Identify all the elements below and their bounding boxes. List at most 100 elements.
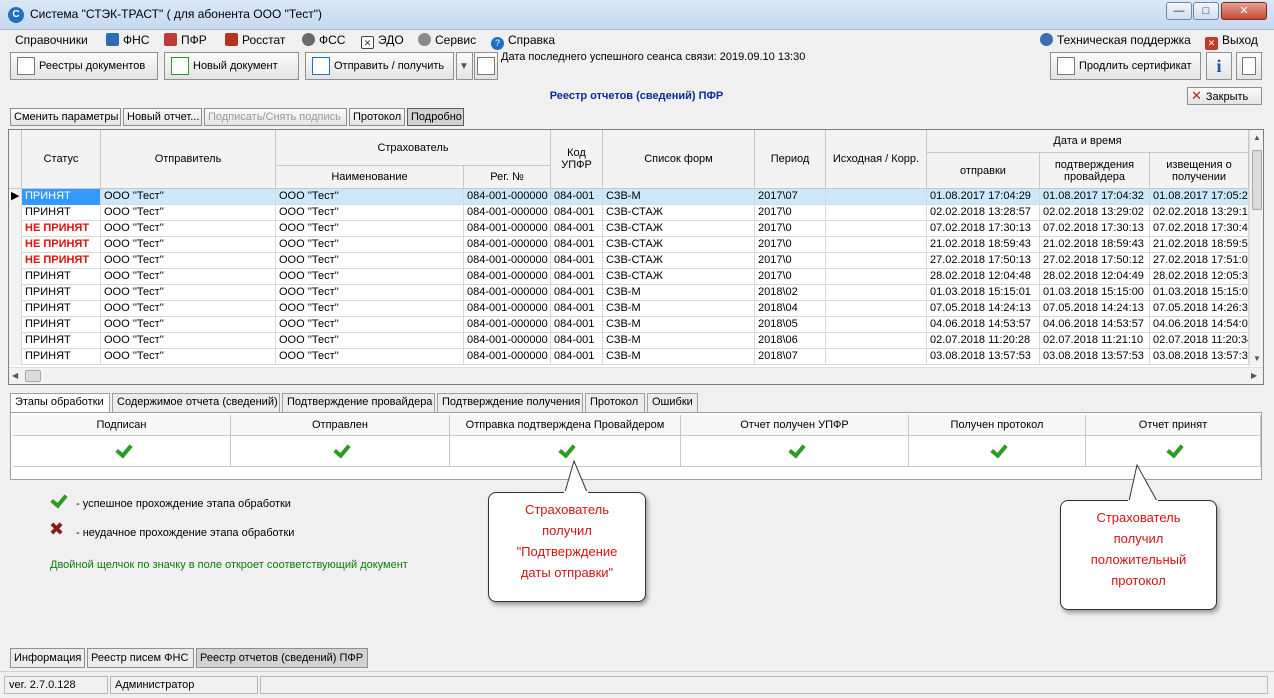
- cell-receipt-notice: 21.02.2018 18:59:50: [1150, 237, 1249, 253]
- table-row[interactable]: НЕ ПРИНЯТ ООО ''Тест'' ООО ''Тест'' 084-001…: [9, 253, 1249, 269]
- callout-line: получил: [542, 523, 592, 538]
- tab-errors[interactable]: Ошибки: [647, 393, 698, 412]
- col-name[interactable]: Наименование: [276, 166, 464, 189]
- details-button[interactable]: Подробно: [407, 108, 464, 126]
- stage-signed-cell[interactable]: [13, 436, 231, 467]
- table-row[interactable]: ПРИНЯТ ООО ''Тест'' ООО ''Тест'' 084-001-00…: [9, 349, 1249, 365]
- table-row[interactable]: ПРИНЯТ ООО ''Тест'' ООО ''Тест'' 084-001-00…: [9, 317, 1249, 333]
- menu-support[interactable]: Техническая поддержка: [1040, 33, 1191, 47]
- col-period[interactable]: Период: [755, 130, 826, 189]
- table-row[interactable]: ▶ ПРИНЯТ ООО ''Тест'' ООО ''Тест'' 084-001-0…: [9, 189, 1249, 205]
- menu-rosstat[interactable]: Росстат: [225, 33, 285, 47]
- tab-pfr-reports[interactable]: Реестр отчетов (сведений) ПФР: [196, 648, 368, 668]
- menu-service[interactable]: Сервис: [418, 33, 476, 47]
- cell-forms: СЗВ-М: [603, 285, 755, 301]
- cell-provider-confirm: 01.03.2018 15:15:00: [1040, 285, 1150, 301]
- maximize-button[interactable]: □: [1193, 2, 1219, 20]
- horizontal-scroll-thumb[interactable]: [25, 370, 41, 382]
- col-provider-confirm[interactable]: подтверждения провайдера: [1040, 153, 1150, 189]
- scroll-up-icon[interactable]: ▲: [1253, 133, 1261, 142]
- check-icon[interactable]: [331, 444, 349, 458]
- scroll-right-icon[interactable]: ▶: [1251, 371, 1257, 380]
- cell-provider-confirm: 04.06.2018 14:53:57: [1040, 317, 1150, 333]
- col-upfr-code[interactable]: Код УПФР: [551, 130, 603, 189]
- minimize-button[interactable]: —: [1166, 2, 1192, 20]
- menu-help[interactable]: ? Справка: [491, 33, 555, 50]
- stage-protocol-received-cell[interactable]: [909, 436, 1086, 467]
- cell-reg-no: 084-001-000000: [464, 301, 551, 317]
- menu-pfr[interactable]: ПФР: [164, 33, 207, 47]
- vertical-scroll-thumb[interactable]: [1252, 150, 1262, 210]
- scroll-left-icon[interactable]: ◀: [12, 371, 18, 380]
- check-icon[interactable]: [556, 444, 574, 458]
- protocol-button[interactable]: Протокол: [349, 108, 405, 126]
- new-report-button[interactable]: Новый отчет...: [123, 108, 202, 126]
- pdf-button[interactable]: [1236, 52, 1262, 80]
- stage-provider-confirmed-header: Отправка подтверждена Провайдером: [450, 415, 681, 436]
- cell-sender: ООО ''Тест'': [101, 205, 276, 221]
- tab-protocol[interactable]: Протокол: [585, 393, 645, 412]
- cell-period: 2018\02: [755, 285, 826, 301]
- cell-upfr-code: 084-001: [551, 237, 603, 253]
- change-params-button[interactable]: Сменить параметры: [10, 108, 121, 126]
- help-icon: ?: [491, 37, 504, 50]
- cell-reg-no: 084-001-000000: [464, 237, 551, 253]
- table-row[interactable]: ПРИНЯТ ООО ''Тест'' ООО ''Тест'' 084-001-00…: [9, 269, 1249, 285]
- row-marker-header: [9, 130, 22, 189]
- menu-exit[interactable]: ✕ Выход: [1205, 33, 1258, 50]
- vertical-scrollbar[interactable]: ▲ ▼: [1249, 130, 1263, 366]
- col-receipt-notice[interactable]: извещения о получении: [1150, 153, 1249, 189]
- tab-provider-confirmation[interactable]: Подтверждение провайдера: [282, 393, 435, 412]
- new-document-button[interactable]: Новый документ: [164, 52, 299, 80]
- tab-fns-letters[interactable]: Реестр писем ФНС: [87, 648, 194, 668]
- double-click-hint: Двойной щелчок по значку в поле откроет …: [50, 559, 408, 571]
- send-receive-button[interactable]: Отправить / получить: [305, 52, 454, 80]
- col-corr[interactable]: Исходная / Корр.: [826, 130, 927, 189]
- cell-sent: 01.03.2018 15:15:01: [927, 285, 1040, 301]
- col-reg-no[interactable]: Рег. №: [464, 166, 551, 189]
- stage-accepted-cell[interactable]: [1086, 436, 1261, 467]
- table-row[interactable]: ПРИНЯТ ООО ''Тест'' ООО ''Тест'' 084-001-00…: [9, 205, 1249, 221]
- tab-receipt-confirmation[interactable]: Подтверждение получения: [437, 393, 583, 412]
- col-forms[interactable]: Список форм: [603, 130, 755, 189]
- cell-sent: 04.06.2018 14:53:57: [927, 317, 1040, 333]
- table-row[interactable]: ПРИНЯТ ООО ''Тест'' ООО ''Тест'' 084-001-00…: [9, 333, 1249, 349]
- print-button[interactable]: [474, 52, 498, 80]
- check-icon[interactable]: [113, 444, 131, 458]
- check-icon[interactable]: [988, 444, 1006, 458]
- stage-sent-cell[interactable]: [231, 436, 450, 467]
- menu-fns[interactable]: ФНС: [106, 33, 149, 47]
- close-window-button[interactable]: ✕: [1221, 2, 1267, 20]
- scroll-down-icon[interactable]: ▼: [1253, 354, 1261, 363]
- cell-provider-confirm: 07.05.2018 14:24:13: [1040, 301, 1150, 317]
- stages-table: Подписан Отправлен Отправка подтверждена…: [10, 412, 1262, 480]
- cell-provider-confirm: 03.08.2018 13:57:53: [1040, 349, 1150, 365]
- table-row[interactable]: НЕ ПРИНЯТ ООО ''Тест'' ООО ''Тест'' 084-001…: [9, 237, 1249, 253]
- tab-stages[interactable]: Этапы обработки: [10, 393, 110, 413]
- tab-information[interactable]: Информация: [10, 648, 85, 668]
- registry-button[interactable]: Реестры документов: [10, 52, 158, 80]
- table-row[interactable]: ПРИНЯТ ООО ''Тест'' ООО ''Тест'' 084-001-00…: [9, 285, 1249, 301]
- menu-references[interactable]: Справочники: [15, 33, 88, 47]
- close-panel-button[interactable]: ✕ Закрыть: [1187, 87, 1262, 105]
- info-button[interactable]: i: [1206, 52, 1232, 80]
- cell-receipt-notice: 07.05.2018 14:26:30: [1150, 301, 1249, 317]
- table-row[interactable]: ПРИНЯТ ООО ''Тест'' ООО ''Тест'' 084-001-00…: [9, 301, 1249, 317]
- send-dropdown-button[interactable]: ▼: [456, 52, 473, 80]
- check-icon[interactable]: [1164, 444, 1182, 458]
- col-sent[interactable]: отправки: [927, 153, 1040, 189]
- horizontal-scrollbar[interactable]: ◀ ▶: [9, 367, 1263, 384]
- cell-name: ООО ''Тест'': [276, 221, 464, 237]
- menu-edo[interactable]: ✕ ЭДО: [361, 33, 404, 49]
- col-sender[interactable]: Отправитель: [101, 130, 276, 189]
- table-row[interactable]: НЕ ПРИНЯТ ООО ''Тест'' ООО ''Тест'' 084-001…: [9, 221, 1249, 237]
- col-status[interactable]: Статус: [22, 130, 101, 189]
- check-icon[interactable]: [786, 444, 804, 458]
- extend-certificate-button[interactable]: Продлить сертификат: [1050, 52, 1201, 80]
- tab-report-content[interactable]: Содержимое отчета (сведений): [112, 393, 280, 412]
- registry-icon: [17, 57, 35, 75]
- cell-name: ООО ''Тест'': [276, 333, 464, 349]
- sign-button[interactable]: Подписать/Снять подпись: [204, 108, 347, 126]
- menu-fss[interactable]: ФСС: [302, 33, 345, 47]
- stage-upfr-received-cell[interactable]: [681, 436, 909, 467]
